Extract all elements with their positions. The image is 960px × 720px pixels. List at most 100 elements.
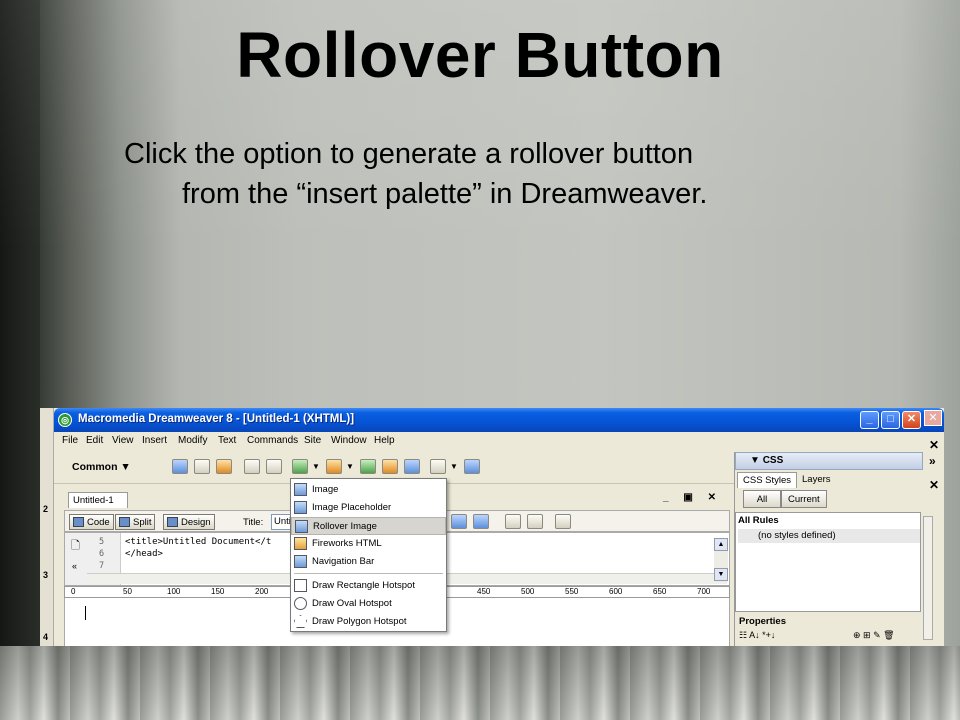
slide-body-line-1: Click the option to generate a rollover … — [124, 138, 694, 170]
menu-modify[interactable]: Modify — [178, 435, 207, 446]
ruler-tick: 100 — [167, 587, 181, 596]
window-titlebar[interactable]: ◎ Macromedia Dreamweaver 8 - [Untitled-1… — [54, 408, 944, 432]
design-view-label: Design — [181, 517, 211, 528]
preview-in-browser-icon[interactable] — [473, 514, 489, 529]
date-icon[interactable] — [360, 459, 376, 474]
design-view-button[interactable]: Design — [163, 514, 215, 530]
code-view-label: Code — [87, 517, 110, 528]
document-tab[interactable]: Untitled-1 — [68, 492, 128, 508]
collapse-icon[interactable]: « — [72, 561, 77, 571]
named-anchor-icon[interactable] — [216, 459, 232, 474]
templates-dropdown-caret[interactable]: ▼ — [450, 462, 458, 471]
polygon-hotspot-icon — [294, 615, 307, 628]
menu-view[interactable]: View — [112, 435, 134, 446]
image-icon — [294, 483, 307, 496]
split-view-icon — [119, 517, 130, 527]
menu-item-label: Fireworks HTML — [312, 538, 382, 549]
menu-item-image-placeholder[interactable]: Image Placeholder — [291, 499, 446, 517]
menu-item-draw-polygon-hotspot[interactable]: Draw Polygon Hotspot — [291, 613, 446, 631]
image-placeholder-icon — [294, 501, 307, 514]
media-dropdown-caret[interactable]: ▼ — [346, 462, 354, 471]
tag-chooser-icon[interactable] — [464, 459, 480, 474]
menu-insert[interactable]: Insert — [142, 435, 167, 446]
left-ruler-number: 2 — [43, 504, 49, 514]
minimize-button[interactable]: _ — [860, 411, 879, 429]
menu-separator — [294, 573, 443, 574]
current-rules-button[interactable]: Current — [781, 490, 827, 508]
panel-close-icon-2[interactable]: ✕ — [929, 478, 939, 492]
ruler-tick: 200 — [255, 587, 269, 596]
slide-body: Click the option to generate a rollover … — [124, 134, 884, 214]
menu-commands[interactable]: Commands — [247, 435, 298, 446]
code-line: </head> — [125, 549, 163, 559]
ruler-tick: 700 — [697, 587, 711, 596]
code-view-button[interactable]: Code — [69, 514, 114, 530]
document-icon[interactable]: 🗋 — [71, 537, 80, 556]
menu-text[interactable]: Text — [218, 435, 236, 446]
dreamweaver-app-icon: ◎ — [58, 413, 72, 427]
tab-css-styles[interactable]: CSS Styles — [737, 472, 798, 488]
all-rules-button[interactable]: All — [743, 490, 781, 508]
outer-close-icon[interactable]: ✕ — [924, 410, 942, 426]
file-management-icon[interactable] — [451, 514, 467, 529]
line-number: 6 — [99, 549, 105, 559]
close-button[interactable]: ✕ — [902, 411, 921, 429]
code-vertical-scrollbar[interactable]: ▲ ▼ — [714, 538, 728, 582]
tab-layers[interactable]: Layers — [797, 472, 836, 488]
menu-item-draw-rectangle-hotspot[interactable]: Draw Rectangle Hotspot — [291, 577, 446, 595]
menu-item-navigation-bar[interactable]: Navigation Bar — [291, 553, 446, 571]
properties-action-icons[interactable]: ⊕ ⊞ ✎ 🗑 — [853, 630, 895, 641]
ruler-tick: 500 — [521, 587, 535, 596]
insert-category-dropdown[interactable]: Common ▼ — [64, 458, 174, 476]
images-dropdown-caret[interactable]: ▼ — [312, 462, 320, 471]
menu-item-draw-oval-hotspot[interactable]: Draw Oval Hotspot — [291, 595, 446, 613]
scroll-down-icon[interactable]: ▼ — [714, 568, 728, 581]
line-number: 5 — [99, 537, 105, 547]
left-ruler-strip: 2 3 4 — [40, 408, 54, 646]
menu-help[interactable]: Help — [374, 435, 395, 446]
css-mode-buttons: All Current — [739, 490, 919, 510]
menu-bar: File Edit View Insert Modify Text Comman… — [54, 432, 734, 450]
menu-site[interactable]: Site — [304, 435, 321, 446]
menu-edit[interactable]: Edit — [86, 435, 103, 446]
div-tag-icon[interactable] — [266, 459, 282, 474]
ruler-tick: 600 — [609, 587, 623, 596]
menu-item-image[interactable]: Image — [291, 481, 446, 499]
visual-aids-icon[interactable] — [555, 514, 571, 529]
media-icon[interactable] — [326, 459, 342, 474]
css-panel-title: CSS — [762, 455, 784, 466]
panel-close-icon[interactable]: ✕ — [929, 438, 939, 452]
menu-item-label: Image — [312, 484, 339, 495]
images-insert-menu: Image Image Placeholder Rollover Image F… — [290, 478, 447, 632]
menu-item-rollover-image[interactable]: Rollover Image — [291, 517, 446, 535]
comment-icon[interactable] — [404, 459, 420, 474]
menu-item-label: Draw Rectangle Hotspot — [312, 580, 415, 591]
ruler-tick: 450 — [477, 587, 491, 596]
list-item[interactable]: (no styles defined) — [738, 529, 920, 543]
server-side-include-icon[interactable] — [382, 459, 398, 474]
panel-expand-icon[interactable]: » — [929, 454, 936, 468]
properties-view-icons[interactable]: ☷ A↓ *+↓ — [739, 630, 775, 641]
maximize-button[interactable]: □ — [881, 411, 900, 429]
templates-icon[interactable] — [430, 459, 446, 474]
rollover-image-icon — [295, 520, 308, 533]
table-icon[interactable] — [244, 459, 260, 474]
hyperlink-icon[interactable] — [172, 459, 188, 474]
menu-item-label: Draw Polygon Hotspot — [312, 616, 407, 627]
menu-file[interactable]: File — [62, 435, 78, 446]
chevron-down-icon: ▼ — [120, 461, 131, 473]
refresh-icon[interactable] — [505, 514, 521, 529]
menu-item-fireworks-html[interactable]: Fireworks HTML — [291, 535, 446, 553]
scroll-up-icon[interactable]: ▲ — [714, 538, 728, 551]
menu-window[interactable]: Window — [331, 435, 367, 446]
view-options-icon[interactable] — [527, 514, 543, 529]
menu-item-label: Navigation Bar — [312, 556, 375, 567]
title-label: Title: — [243, 517, 264, 528]
images-icon[interactable] — [292, 459, 308, 474]
ruler-tick: 0 — [71, 587, 76, 596]
css-panel-header[interactable]: ▼ CSS — [735, 452, 923, 470]
document-window-controls[interactable]: _ ▣ ✕ — [663, 492, 722, 503]
split-view-button[interactable]: Split — [115, 514, 156, 530]
menu-item-label: Draw Oval Hotspot — [312, 598, 392, 609]
email-link-icon[interactable] — [194, 459, 210, 474]
